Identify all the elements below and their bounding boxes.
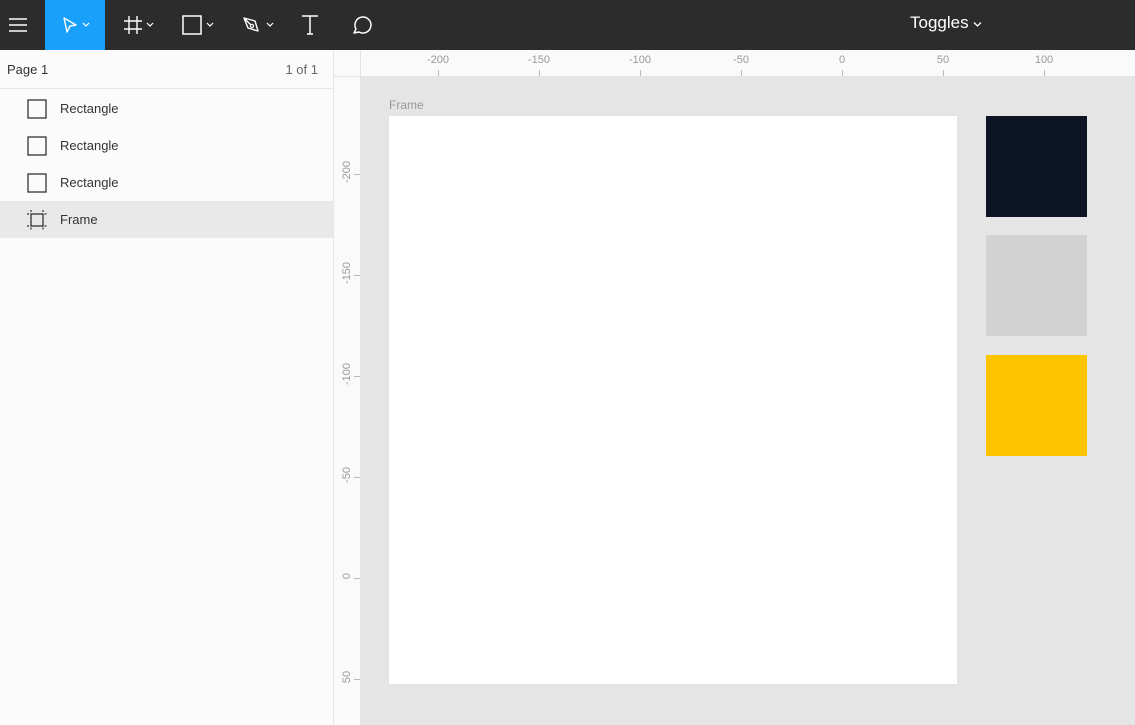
speech-bubble-icon [350, 14, 374, 36]
ruler-label: -200 [341, 160, 353, 184]
top-toolbar: Toggles [0, 0, 1135, 50]
frame-hash-icon [123, 15, 143, 35]
chevron-down-icon[interactable] [206, 22, 214, 28]
main-menu-button[interactable] [0, 0, 36, 50]
layer-label: Rectangle [60, 138, 119, 153]
text-T-icon [300, 14, 320, 36]
ruler-label: 0 [838, 54, 846, 66]
cursor-arrow-icon [61, 16, 79, 34]
ruler-tick [640, 70, 641, 76]
pen-icon [241, 14, 263, 36]
layer-label: Rectangle [60, 175, 119, 190]
frame-layer-icon [26, 209, 48, 231]
ruler-tick [1044, 70, 1045, 76]
layers-panel: Page 1 1 of 1 Rectangle Rectangle Rectan… [0, 50, 334, 725]
rectangle-layer-icon [26, 98, 48, 120]
move-tool-button[interactable] [45, 0, 105, 50]
ruler-tick [354, 477, 360, 478]
page-count: 1 of 1 [285, 61, 318, 77]
ruler-label: 100 [1034, 54, 1054, 66]
frame-tool-button[interactable] [114, 0, 162, 50]
comment-tool-button[interactable] [344, 0, 380, 50]
ruler-tick [842, 70, 843, 76]
ruler-tick [741, 70, 742, 76]
current-page-label: Page 1 [7, 61, 49, 77]
ruler-corner [334, 50, 361, 77]
ruler-tick [354, 174, 360, 175]
yellow-swatch-rectangle[interactable] [986, 355, 1087, 456]
layer-label: Frame [60, 212, 98, 227]
pen-tool-button[interactable] [232, 0, 282, 50]
ruler-tick [539, 70, 540, 76]
text-tool-button[interactable] [292, 0, 328, 50]
layer-item-rectangle[interactable]: Rectangle [0, 127, 333, 164]
ruler-tick [354, 275, 360, 276]
layer-item-frame[interactable]: Frame [0, 201, 333, 238]
frame[interactable] [389, 116, 957, 684]
ruler-label: -100 [628, 54, 652, 66]
ruler-label: -50 [733, 54, 749, 66]
editor-window: Toggles Page 1 1 of 1 Rectangle Rectangl… [0, 0, 1135, 725]
ruler-tick [354, 376, 360, 377]
frame-name-label[interactable]: Frame [389, 98, 424, 112]
layer-item-rectangle[interactable]: Rectangle [0, 90, 333, 127]
ruler-label: -150 [341, 261, 353, 285]
layer-label: Rectangle [60, 101, 119, 116]
ruler-label: 0 [341, 572, 353, 580]
ruler-label: 50 [341, 670, 353, 684]
ruler-tick [943, 70, 944, 76]
rectangle-layer-icon [26, 135, 48, 157]
ruler-label: -150 [527, 54, 551, 66]
vertical-ruler: -200 -150 -100 -50 0 50 [334, 77, 361, 725]
document-title-dropdown[interactable]: Toggles [910, 0, 982, 46]
document-title: Toggles [910, 13, 969, 32]
pages-selector[interactable]: Page 1 1 of 1 [0, 50, 333, 89]
chevron-down-icon[interactable] [266, 22, 274, 28]
dark-swatch-rectangle[interactable] [986, 116, 1087, 217]
gray-swatch-rectangle[interactable] [986, 235, 1087, 336]
layer-item-rectangle[interactable]: Rectangle [0, 164, 333, 201]
rectangle-tool-button[interactable] [172, 0, 222, 50]
chevron-down-icon [973, 13, 982, 33]
horizontal-ruler: -200 -150 -100 -50 0 50 100 [361, 50, 1135, 77]
rectangle-layer-icon [26, 172, 48, 194]
chevron-down-icon[interactable] [146, 22, 154, 28]
square-icon [181, 14, 203, 36]
ruler-tick [354, 679, 360, 680]
ruler-tick [438, 70, 439, 76]
ruler-tick [354, 578, 360, 579]
ruler-label: 50 [936, 54, 950, 66]
chevron-down-icon[interactable] [82, 22, 90, 28]
ruler-label: -200 [426, 54, 450, 66]
ruler-label: -100 [341, 362, 353, 386]
hamburger-icon [9, 18, 27, 32]
ruler-label: -50 [341, 467, 353, 483]
